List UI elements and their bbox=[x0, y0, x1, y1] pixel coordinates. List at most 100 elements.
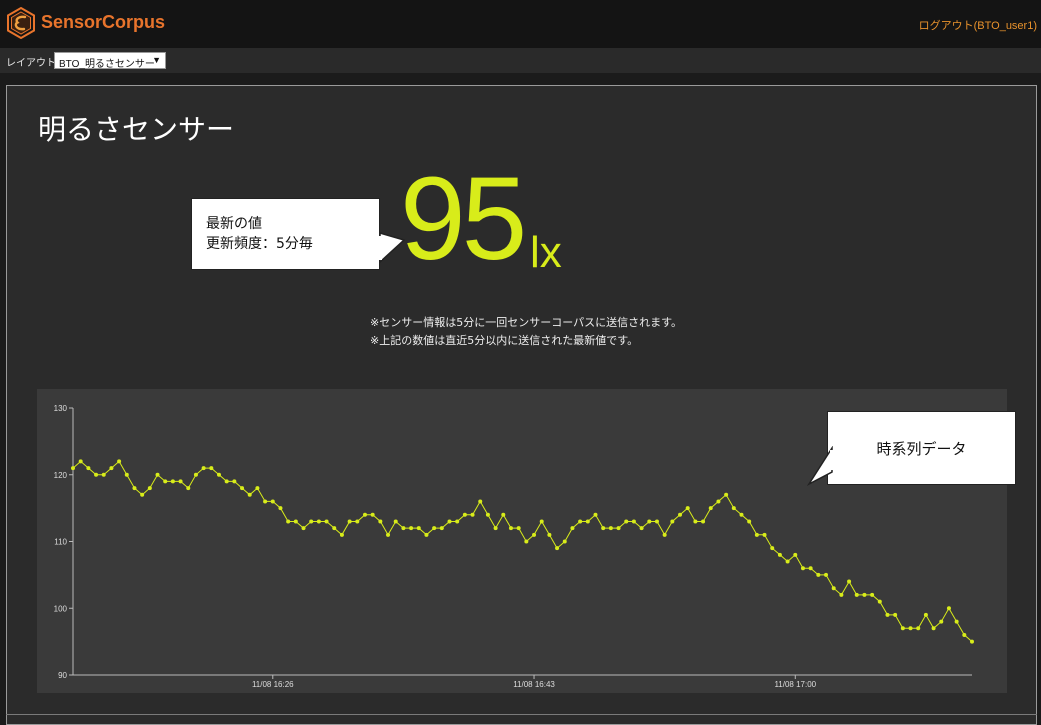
data-point bbox=[754, 532, 759, 537]
data-point bbox=[854, 592, 859, 597]
y-tick-label: 90 bbox=[58, 671, 67, 680]
data-point bbox=[386, 532, 391, 537]
x-tick-label: 11/08 17:00 bbox=[774, 680, 816, 689]
data-point bbox=[416, 526, 421, 531]
data-point bbox=[332, 526, 337, 531]
data-point bbox=[724, 492, 729, 497]
y-tick-label: 110 bbox=[54, 538, 67, 547]
data-point bbox=[877, 599, 882, 604]
data-point bbox=[170, 479, 175, 484]
data-point bbox=[263, 499, 268, 504]
data-point bbox=[393, 519, 398, 524]
data-point bbox=[286, 519, 291, 524]
data-point bbox=[478, 499, 483, 504]
data-point bbox=[954, 619, 959, 624]
data-point bbox=[455, 519, 460, 524]
callout-line-2: 更新頻度：5分毎 bbox=[206, 236, 313, 252]
x-tick-label: 11/08 16:26 bbox=[252, 680, 294, 689]
logout-link[interactable]: ログアウト(BTO_user1) bbox=[919, 17, 1037, 33]
data-point bbox=[570, 526, 575, 531]
layout-select[interactable]: BTO_明るさセンサー ▼ bbox=[54, 52, 166, 70]
data-point bbox=[324, 519, 329, 524]
y-tick-label: 130 bbox=[54, 404, 68, 413]
data-point bbox=[485, 512, 490, 517]
latest-value: 95 bbox=[400, 153, 527, 285]
data-point bbox=[109, 466, 114, 471]
note-send-interval: ※センサー情報は5分に一回センサーコーパスに送信されます。 bbox=[370, 316, 683, 329]
data-point bbox=[708, 506, 713, 511]
data-point bbox=[401, 526, 406, 531]
data-point bbox=[770, 546, 775, 551]
data-point bbox=[147, 486, 152, 491]
sensorcorpus-logo-icon bbox=[7, 7, 35, 39]
panel-bottom-divider bbox=[6, 714, 1037, 715]
data-point bbox=[501, 512, 506, 517]
data-point bbox=[654, 519, 659, 524]
data-point bbox=[432, 526, 437, 531]
data-point bbox=[132, 486, 137, 491]
layout-select-value: BTO_明るさセンサー bbox=[59, 59, 155, 70]
data-point bbox=[701, 519, 706, 524]
latest-value-callout: 最新の値 更新頻度：5分毎 bbox=[191, 198, 380, 270]
data-point bbox=[186, 486, 191, 491]
data-point bbox=[209, 466, 214, 471]
data-point bbox=[885, 612, 890, 617]
data-point bbox=[562, 539, 567, 544]
data-point bbox=[831, 586, 836, 591]
data-point bbox=[900, 626, 905, 631]
data-point bbox=[639, 526, 644, 531]
data-point bbox=[946, 606, 951, 611]
data-point bbox=[224, 479, 229, 484]
data-point bbox=[101, 472, 106, 477]
data-point bbox=[808, 566, 813, 571]
data-point bbox=[293, 519, 298, 524]
data-point bbox=[716, 499, 721, 504]
data-point bbox=[578, 519, 583, 524]
data-point bbox=[793, 552, 798, 557]
y-tick-label: 120 bbox=[54, 471, 68, 480]
panel-title: 明るさセンサー bbox=[38, 113, 235, 146]
data-point bbox=[616, 526, 621, 531]
data-point bbox=[693, 519, 698, 524]
data-point bbox=[447, 519, 452, 524]
data-point bbox=[163, 479, 168, 484]
data-point bbox=[585, 519, 590, 524]
data-point bbox=[970, 639, 974, 644]
note-latest-value: ※上記の数値は直近5分以内に送信された最新値です。 bbox=[370, 334, 639, 347]
data-point bbox=[939, 619, 944, 624]
data-point bbox=[908, 626, 913, 631]
data-point bbox=[816, 572, 821, 577]
data-point bbox=[862, 592, 867, 597]
data-point bbox=[71, 466, 75, 471]
data-point bbox=[662, 532, 667, 537]
callout-pointer-icon bbox=[806, 446, 836, 486]
data-point bbox=[232, 479, 237, 484]
data-point bbox=[378, 519, 383, 524]
data-point bbox=[493, 526, 498, 531]
data-point bbox=[539, 519, 544, 524]
data-point bbox=[747, 519, 752, 524]
data-point bbox=[739, 512, 744, 517]
data-point bbox=[278, 506, 283, 511]
timeseries-callout: 時系列データ bbox=[827, 411, 1016, 485]
data-point bbox=[409, 526, 414, 531]
data-point bbox=[870, 592, 875, 597]
data-point bbox=[309, 519, 314, 524]
data-point bbox=[355, 519, 360, 524]
dropdown-arrow-icon: ▼ bbox=[152, 55, 161, 65]
data-point bbox=[370, 512, 375, 517]
data-point bbox=[555, 546, 560, 551]
data-point bbox=[839, 592, 844, 597]
data-point bbox=[140, 492, 145, 497]
series-line bbox=[72, 460, 973, 642]
data-point bbox=[678, 512, 683, 517]
data-point bbox=[916, 626, 921, 631]
data-point bbox=[155, 472, 160, 477]
data-point bbox=[847, 579, 852, 584]
callout-line-1: 最新の値 bbox=[206, 216, 262, 232]
data-point bbox=[270, 499, 275, 504]
data-point bbox=[78, 459, 83, 464]
data-point bbox=[516, 526, 521, 531]
data-point bbox=[462, 512, 467, 517]
data-point bbox=[86, 466, 91, 471]
